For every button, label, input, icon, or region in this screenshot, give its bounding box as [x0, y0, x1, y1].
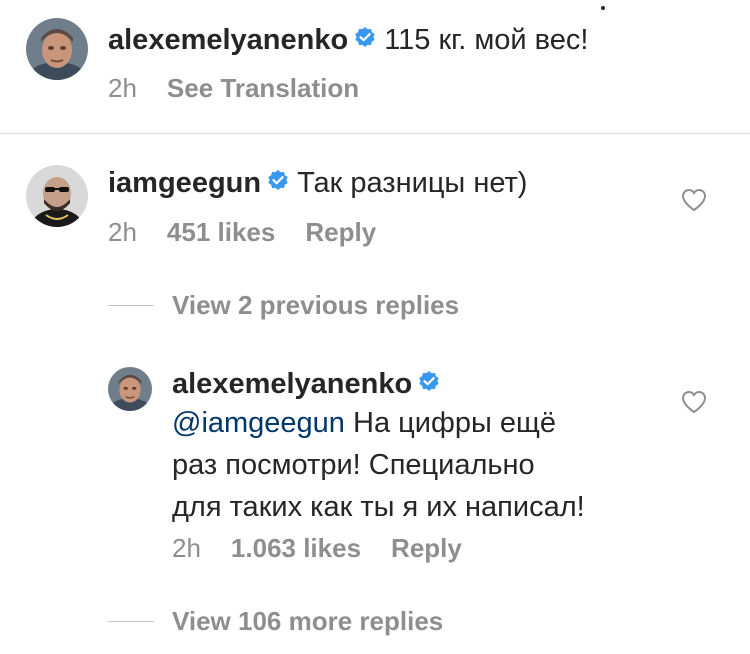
verified-badge-icon	[418, 365, 440, 401]
see-translation-button[interactable]: See Translation	[167, 72, 359, 104]
reply-text: @iamgeegun На цифры ещё раз посмотри! Сп…	[172, 402, 585, 528]
likes-count[interactable]: 451 likes	[167, 216, 275, 248]
reply-text-line-2: раз посмотри! Специально	[172, 449, 535, 481]
comment-text-line: iamgeegun Так разницы нет)	[108, 165, 527, 202]
view-more-replies-label: View 106 more replies	[172, 606, 444, 636]
reply-text-line-3: для таких как ты я их написал!	[172, 491, 585, 523]
avatar-iamgeegun-image	[26, 165, 88, 227]
reply-button[interactable]: Reply	[305, 216, 376, 248]
comment-meta: 2h 1.063 likes Reply	[172, 532, 492, 564]
username[interactable]: alexemelyanenko	[172, 368, 412, 400]
timestamp: 2h	[108, 217, 137, 247]
replies-line	[108, 305, 154, 306]
replies-line	[108, 621, 154, 622]
heart-icon[interactable]	[681, 390, 707, 419]
view-more-replies-button[interactable]: View 106 more replies	[108, 606, 443, 637]
heart-icon[interactable]	[681, 188, 707, 217]
partial-ellipsis-dot	[601, 6, 605, 10]
view-previous-replies-label: View 2 previous replies	[172, 290, 460, 320]
view-previous-replies-button[interactable]: View 2 previous replies	[108, 290, 459, 321]
likes-count[interactable]: 1.063 likes	[231, 532, 361, 564]
timestamp: 2h	[108, 73, 137, 103]
username[interactable]: alexemelyanenko	[108, 24, 348, 56]
comment-text: 115 кг. мой вес!	[384, 24, 589, 56]
divider	[0, 133, 750, 134]
timestamp: 2h	[172, 533, 201, 563]
avatar[interactable]	[108, 367, 152, 411]
avatar[interactable]	[26, 18, 88, 80]
username[interactable]: iamgeegun	[108, 167, 261, 199]
avatar-alexemelyanenko-image	[26, 18, 88, 80]
avatar[interactable]	[26, 165, 88, 227]
comment-meta: 2h See Translation	[108, 72, 389, 104]
avatar-alexemelyanenko-small-image	[108, 367, 152, 411]
mention-link[interactable]: @iamgeegun	[172, 407, 345, 439]
verified-badge-icon	[267, 164, 289, 200]
verified-badge-icon	[354, 21, 376, 57]
comment-meta: 2h 451 likes Reply	[108, 216, 406, 248]
reply-button[interactable]: Reply	[391, 532, 462, 564]
reply-username-line: alexemelyanenko	[172, 366, 448, 403]
comment-text: Так разницы нет)	[297, 167, 528, 199]
reply-text-line-1: @iamgeegun На цифры ещё	[172, 402, 585, 444]
reply-text-part: На цифры ещё	[353, 407, 556, 439]
comment-text-line: alexemelyanenko 115 кг. мой вес!	[108, 22, 588, 59]
